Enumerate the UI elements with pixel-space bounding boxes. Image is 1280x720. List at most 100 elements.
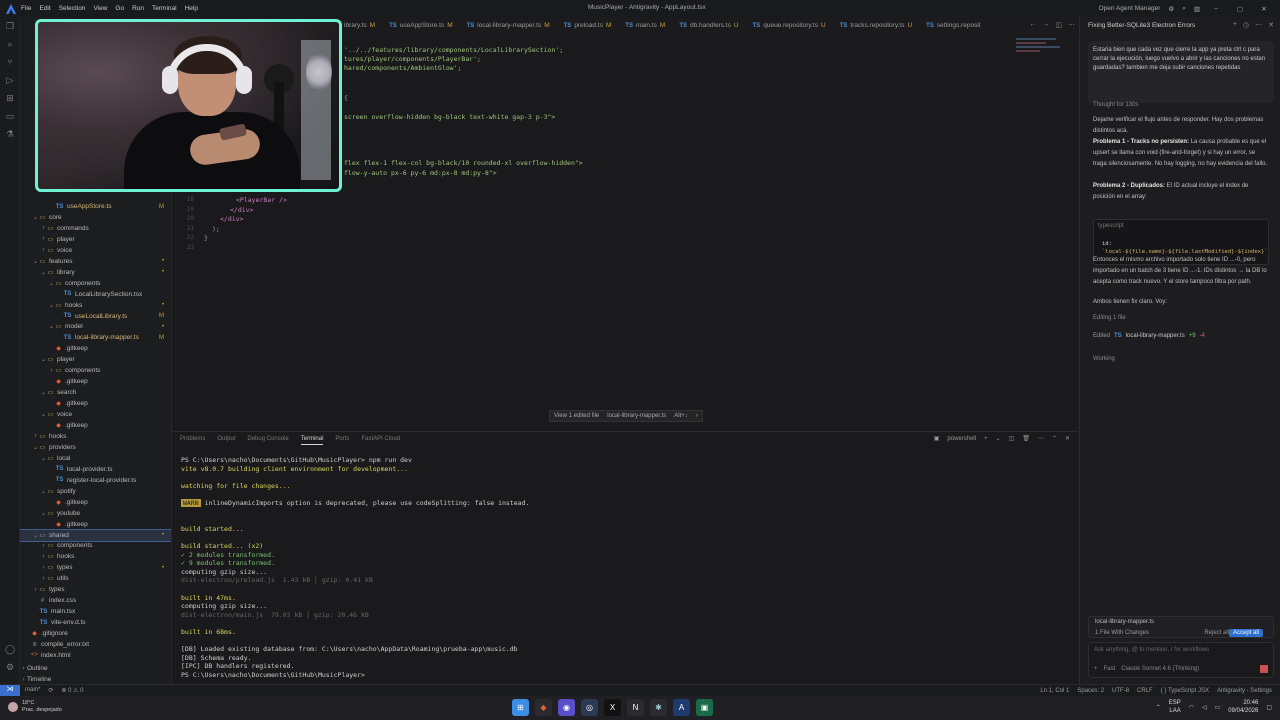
panel-tab-problems[interactable]: Problems (180, 436, 205, 445)
arrow-right-icon[interactable]: → (1042, 21, 1049, 29)
search-icon[interactable]: ⌕ (1182, 5, 1186, 13)
wifi-icon[interactable]: ◠ (1189, 704, 1194, 711)
explorer-icon[interactable]: ❐ (0, 17, 20, 35)
account-icon[interactable]: ◯ (0, 640, 20, 658)
search-icon[interactable]: ⌕ (0, 35, 20, 53)
tree-item[interactable]: › ▭ types (20, 584, 171, 595)
menu-help[interactable]: Help (185, 5, 198, 12)
tree-item[interactable]: ⌄ ▭ core (20, 212, 171, 223)
tree-item[interactable]: <> index.html (20, 650, 171, 661)
pending-change-file[interactable]: local-library-mapper.ts (1095, 619, 1154, 625)
tree-item[interactable]: ◆ .gitkeep (20, 398, 171, 409)
tree-item[interactable]: ◆ .gitkeep (20, 343, 171, 354)
layout-icon[interactable]: ▥ (1194, 5, 1200, 13)
notion-icon[interactable]: N (627, 699, 644, 716)
menu-edit[interactable]: Edit (39, 5, 50, 12)
battery-icon[interactable]: ▭ (1215, 704, 1221, 711)
view-edited-file-button[interactable]: View 1 edited file (554, 413, 599, 419)
x-app-icon[interactable]: X (604, 699, 621, 716)
notifications-icon[interactable]: ▢ (1266, 704, 1272, 711)
stop-button[interactable] (1260, 665, 1268, 673)
input-language[interactable]: ESP LAA (1169, 699, 1181, 715)
panel-tab-ports[interactable]: Ports (335, 436, 349, 445)
tree-item[interactable]: TS local-provider.ts (20, 464, 171, 475)
tree-item[interactable]: ⌄ ▭ hooks • (20, 300, 171, 311)
edited-file-bar[interactable]: View 1 edited file local-library-mapper.… (549, 410, 703, 422)
panel-tab-fastapi-cloud[interactable]: FastAPI Cloud (361, 436, 400, 445)
problems-count[interactable]: ⊗ 0 ⚠ 0 (61, 687, 83, 694)
tree-item[interactable]: ⌄ ▭ shared • (20, 528, 171, 542)
panel-tab-debug-console[interactable]: Debug Console (247, 436, 288, 445)
panel-tab-output[interactable]: Output (217, 436, 235, 445)
windows-start-icon[interactable]: ⊞ (512, 699, 529, 716)
editor-tab[interactable]: TS settings.reposit (926, 22, 983, 29)
tree-item[interactable]: ≡ compile_error.txt (20, 639, 171, 650)
editor-tab[interactable]: TS main.ts M (625, 22, 665, 29)
menu-run[interactable]: Run (132, 5, 144, 12)
tree-item[interactable]: ⌄ ▭ model • (20, 321, 171, 332)
close-icon[interactable]: ✕ (1268, 21, 1274, 29)
tree-item[interactable]: TS useAppStore.ts M (20, 201, 171, 212)
tree-item[interactable]: ⌄ ▭ providers (20, 442, 171, 453)
pending-change-count[interactable]: 1 File With Changes (1095, 630, 1149, 636)
menu-terminal[interactable]: Terminal (152, 5, 177, 12)
menu-go[interactable]: Go (115, 5, 124, 12)
menu-file[interactable]: File (21, 5, 31, 12)
more-icon[interactable]: ⋯ (1255, 21, 1262, 29)
editor-tab[interactable]: TS preload.ts M (564, 22, 612, 29)
tree-item[interactable]: › ▭ voice (20, 245, 171, 256)
shell-name[interactable]: powershell (947, 436, 976, 442)
antigravity-app-icon[interactable]: A (673, 699, 690, 716)
tree-item[interactable]: › ▭ components (20, 365, 171, 376)
tree-item[interactable]: › ▭ types • (20, 562, 171, 573)
manage-gear-icon[interactable]: ⚙ (0, 658, 20, 676)
timeline-section[interactable]: › Timeline (20, 674, 171, 684)
close-panel-icon[interactable]: ✕ (1065, 435, 1070, 442)
tree-item[interactable]: ⌄ ▭ search (20, 387, 171, 398)
editor-tab[interactable]: TS useAppStore.ts M (389, 22, 453, 29)
run-debug-icon[interactable]: ▷ (0, 71, 20, 89)
tree-item[interactable]: › ▭ player (20, 234, 171, 245)
steam-icon[interactable]: ◎ (581, 699, 598, 716)
sync-icon[interactable]: ⟳ (48, 687, 53, 694)
tree-item[interactable]: ◆ .gitkeep (20, 519, 171, 530)
tree-item[interactable]: › ▭ components (20, 540, 171, 551)
tree-item[interactable]: › ▭ hooks (20, 431, 171, 442)
model-selector[interactable]: Claude Sonnet 4.6 (Thinking) (1121, 666, 1199, 672)
tree-item[interactable]: ⌄ ▭ spotify (20, 486, 171, 497)
weather-widget[interactable]: 18°C Prac. despejado (8, 700, 62, 714)
clock[interactable]: 20:46 09/04/2026 (1228, 699, 1258, 715)
menu-view[interactable]: View (93, 5, 107, 12)
status-item[interactable]: { } TypeScript JSX (1161, 688, 1209, 694)
thought-toggle[interactable]: Thought for 130s (1093, 102, 1138, 108)
trash-icon[interactable]: 🗑 (1022, 435, 1030, 442)
status-item[interactable]: UTF-8 (1112, 688, 1129, 694)
editor-tab[interactable]: TS local-library-mapper.ts M (467, 22, 550, 29)
tree-item[interactable]: TS useLocalLibrary.ts M (20, 311, 171, 322)
git-branch[interactable]: main* (25, 687, 40, 694)
tree-item[interactable]: ⌄ ▭ features • (20, 256, 171, 267)
editing-status[interactable]: Editing 1 file (1093, 315, 1126, 321)
testing-icon[interactable]: ⚗ (0, 125, 20, 143)
settings-icon[interactable]: ⚙ (1168, 5, 1174, 13)
add-icon[interactable]: + (1233, 21, 1237, 29)
agent-manager-button[interactable]: Open Agent Manager (1099, 5, 1161, 12)
tree-item[interactable]: › ▭ commands (20, 223, 171, 234)
status-item[interactable]: Antigravity - Settings (1217, 688, 1272, 694)
edited-file-row[interactable]: Edited TS local-library-mapper.ts +9 -4 (1093, 333, 1205, 339)
volume-icon[interactable]: ◁ (1202, 704, 1207, 711)
tree-item[interactable]: ⌄ ▭ local (20, 453, 171, 464)
minimap[interactable] (1016, 38, 1064, 68)
source-control-icon[interactable]: ⑂ (0, 53, 20, 71)
tree-item[interactable]: ⌄ ▭ library • (20, 267, 171, 278)
tree-item[interactable]: › ▭ utils (20, 573, 171, 584)
status-item[interactable]: Ln 1, Col 1 (1040, 688, 1069, 694)
brave-browser-icon[interactable]: ◆ (535, 699, 552, 716)
more-icon[interactable]: ⋯ (1038, 435, 1044, 442)
add-context-icon[interactable]: + (1094, 666, 1098, 672)
editor-tab[interactable]: TS queue.repository.ts U (753, 22, 826, 29)
tree-item[interactable]: › ▭ hooks (20, 551, 171, 562)
status-item[interactable]: CRLF (1137, 688, 1153, 694)
tree-item[interactable]: ◆ .gitkeep (20, 420, 171, 431)
split-editor-icon[interactable]: ◫ (1055, 21, 1062, 29)
